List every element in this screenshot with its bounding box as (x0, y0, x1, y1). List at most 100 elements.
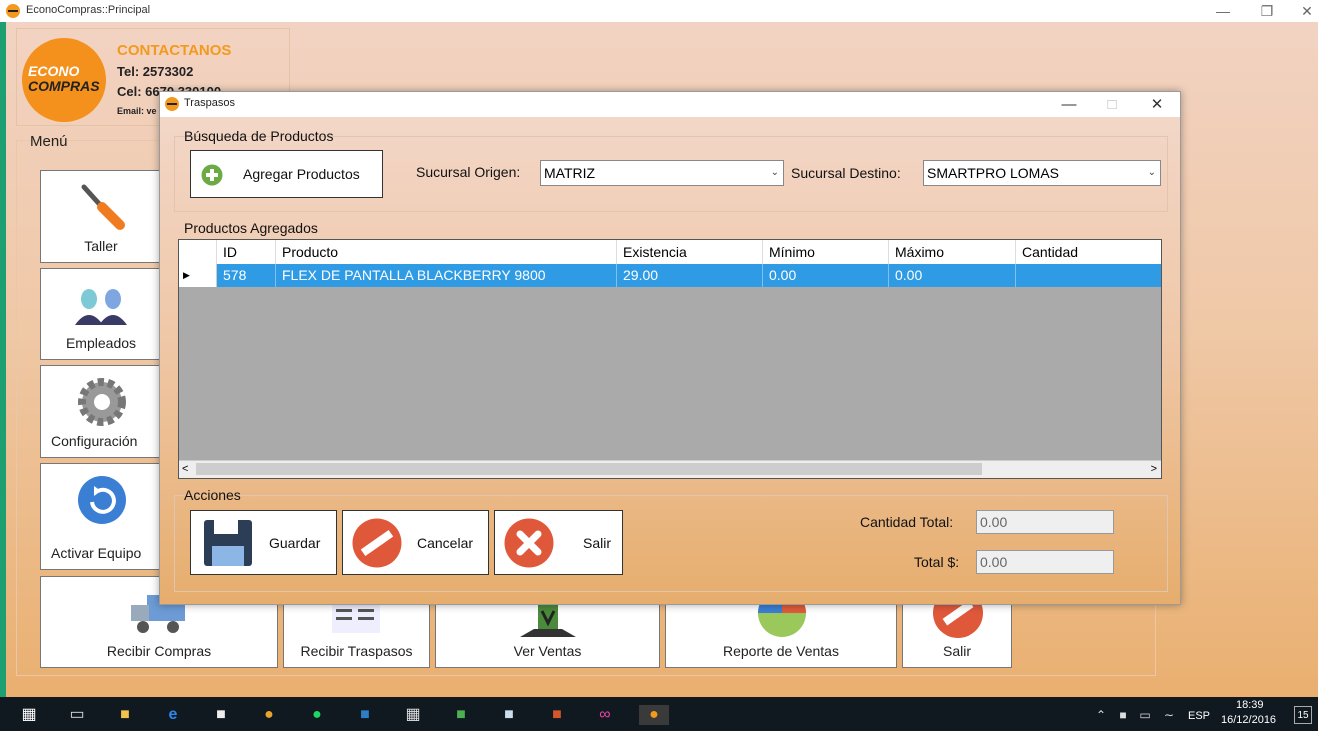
minimize-button[interactable]: — (1206, 0, 1240, 22)
total-field: 0.00 (976, 550, 1114, 574)
cell-maximo[interactable]: 0.00 (889, 264, 1016, 287)
menu-recibir-compras-label: Recibir Compras (106, 643, 212, 659)
cantidad-total-label: Cantidad Total: (860, 514, 954, 530)
wifi-icon[interactable]: ∼ (1158, 705, 1180, 725)
scrollbar-thumb[interactable] (196, 463, 982, 475)
dialog-minimize-button[interactable]: — (1046, 92, 1092, 117)
sucursal-origen-value: MATRIZ (544, 165, 596, 181)
close-button[interactable]: ✕ (1290, 0, 1318, 22)
column-header-maximo[interactable]: Máximo (889, 240, 1016, 264)
agregar-productos-button[interactable]: Agregar Productos (190, 150, 383, 198)
contact-email: Email: ve (117, 106, 157, 116)
cancel-icon (352, 518, 402, 568)
infinity-app-icon[interactable]: ∞ (594, 705, 616, 725)
cell-cantidad[interactable] (1016, 264, 1161, 287)
menu-label: Menú (30, 133, 68, 150)
column-header-cantidad[interactable]: Cantidad (1016, 240, 1161, 264)
menu-activar-equipo-button[interactable]: Activar Equipo (40, 463, 162, 570)
visual-studio-icon[interactable]: ■ (354, 705, 376, 725)
menu-ver-ventas-label: Ver Ventas (513, 643, 582, 659)
column-header-minimo[interactable]: Mínimo (763, 240, 889, 264)
sucursal-destino-select[interactable]: SMARTPRO LOMAS ⌄ (923, 160, 1161, 186)
productos-group-title: Productos Agregados (184, 220, 318, 236)
document-app-icon[interactable]: ■ (498, 705, 520, 725)
main-window-title: EconoCompras::Principal (26, 4, 151, 16)
cell-id[interactable]: 578 (217, 264, 276, 287)
cell-producto[interactable]: FLEX DE PANTALLA BLACKBERRY 9800 (276, 264, 617, 287)
contact-tel: Tel: 2573302 (117, 64, 194, 79)
powerpoint-icon[interactable]: ■ (546, 705, 568, 725)
horizontal-scrollbar[interactable]: < > (179, 460, 1161, 478)
add-circle-icon (201, 164, 223, 186)
menu-salir-label: Salir (942, 643, 971, 659)
edge-icon[interactable]: e (162, 705, 184, 725)
menu-reporte-ventas-label: Reporte de Ventas (723, 643, 839, 659)
sucursal-origen-select[interactable]: MATRIZ ⌄ (540, 160, 784, 186)
salir-label: Salir (583, 535, 612, 551)
sucursal-destino-value: SMARTPRO LOMAS (927, 165, 1059, 181)
dialog-title: Traspasos (184, 97, 235, 109)
salir-button[interactable]: Salir (494, 510, 623, 575)
windows-start-icon[interactable]: ▦ (18, 705, 40, 725)
row-pointer-icon: ▶ (183, 270, 190, 280)
dialog-close-button[interactable]: ✕ (1134, 92, 1180, 117)
menu-recibir-traspasos-label: Recibir Traspasos (300, 643, 413, 659)
agregar-productos-label: Agregar Productos (243, 166, 360, 182)
column-header-producto[interactable]: Producto (276, 240, 617, 264)
busqueda-group-title: Búsqueda de Productos (184, 128, 334, 144)
scroll-right-icon[interactable]: > (1151, 461, 1157, 478)
employees-icon (75, 289, 127, 325)
column-header-id[interactable]: ID (217, 240, 276, 264)
chevron-down-icon: ⌄ (1147, 167, 1156, 178)
contact-title: CONTACTANOS (117, 42, 232, 59)
econocompras-taskbar-icon[interactable]: ● (639, 705, 669, 725)
grid-corner-header (179, 240, 217, 264)
menu-empleados-button[interactable]: Empleados (40, 268, 162, 360)
spotify-icon[interactable]: ● (306, 705, 328, 725)
chevron-down-icon: ⌄ (770, 167, 779, 178)
restore-button[interactable]: ❐ (1250, 0, 1284, 22)
cantidad-total-field: 0.00 (976, 510, 1114, 534)
table-row[interactable]: ▶ 578 FLEX DE PANTALLA BLACKBERRY 9800 2… (179, 264, 1161, 287)
clock-date[interactable]: 16/12/2016 (1221, 714, 1276, 726)
window-left-border (0, 0, 6, 697)
sucursal-destino-label: Sucursal Destino: (791, 165, 901, 181)
column-header-existencia[interactable]: Existencia (617, 240, 763, 264)
main-titlebar: EconoCompras::Principal — ❐ ✕ (0, 0, 1318, 22)
notification-icon[interactable]: 15 (1294, 706, 1312, 724)
guardar-label: Guardar (269, 535, 321, 551)
refresh-icon (78, 476, 126, 524)
battery-icon[interactable]: ▭ (1134, 705, 1156, 725)
guardar-button[interactable]: Guardar (190, 510, 337, 575)
save-icon (204, 520, 252, 566)
cell-minimo[interactable]: 0.00 (763, 264, 889, 287)
chevron-up-icon[interactable]: ⌃ (1090, 705, 1112, 725)
productos-grid[interactable]: ID Producto Existencia Mínimo Máximo Can… (178, 239, 1162, 479)
grid-header: ID Producto Existencia Mínimo Máximo Can… (179, 240, 1161, 265)
dialog-maximize-button[interactable]: □ (1089, 92, 1135, 117)
row-header[interactable]: ▶ (179, 264, 217, 287)
acciones-group-title: Acciones (184, 487, 241, 503)
store-icon[interactable]: ■ (210, 705, 232, 725)
dialog-app-icon (165, 97, 179, 111)
menu-taller-button[interactable]: Taller (40, 170, 162, 263)
task-view-icon[interactable]: ▭ (66, 705, 88, 725)
cancelar-label: Cancelar (417, 535, 474, 551)
menu-configuracion-label: Configuración (51, 433, 138, 449)
project-icon[interactable]: ■ (450, 705, 472, 725)
menu-activar-equipo-label: Activar Equipo (51, 545, 142, 561)
tray-app-icon[interactable]: ■ (1112, 705, 1134, 725)
language-indicator[interactable]: ESP (1188, 710, 1210, 722)
clock-time[interactable]: 18:39 (1236, 699, 1264, 711)
file-explorer-icon[interactable]: ■ (114, 705, 136, 725)
sucursal-origen-label: Sucursal Origen: (416, 164, 521, 180)
cancelar-button[interactable]: Cancelar (342, 510, 489, 575)
close-circle-icon (504, 518, 554, 568)
gear-icon (78, 378, 126, 426)
scroll-left-icon[interactable]: < (182, 461, 188, 478)
econocompras-logo: ECONO COMPRAS (22, 38, 106, 122)
chrome-icon[interactable]: ● (258, 705, 280, 725)
cell-existencia[interactable]: 29.00 (617, 264, 763, 287)
menu-configuracion-button[interactable]: Configuración (40, 365, 162, 458)
calculator-icon[interactable]: ▦ (402, 705, 424, 725)
